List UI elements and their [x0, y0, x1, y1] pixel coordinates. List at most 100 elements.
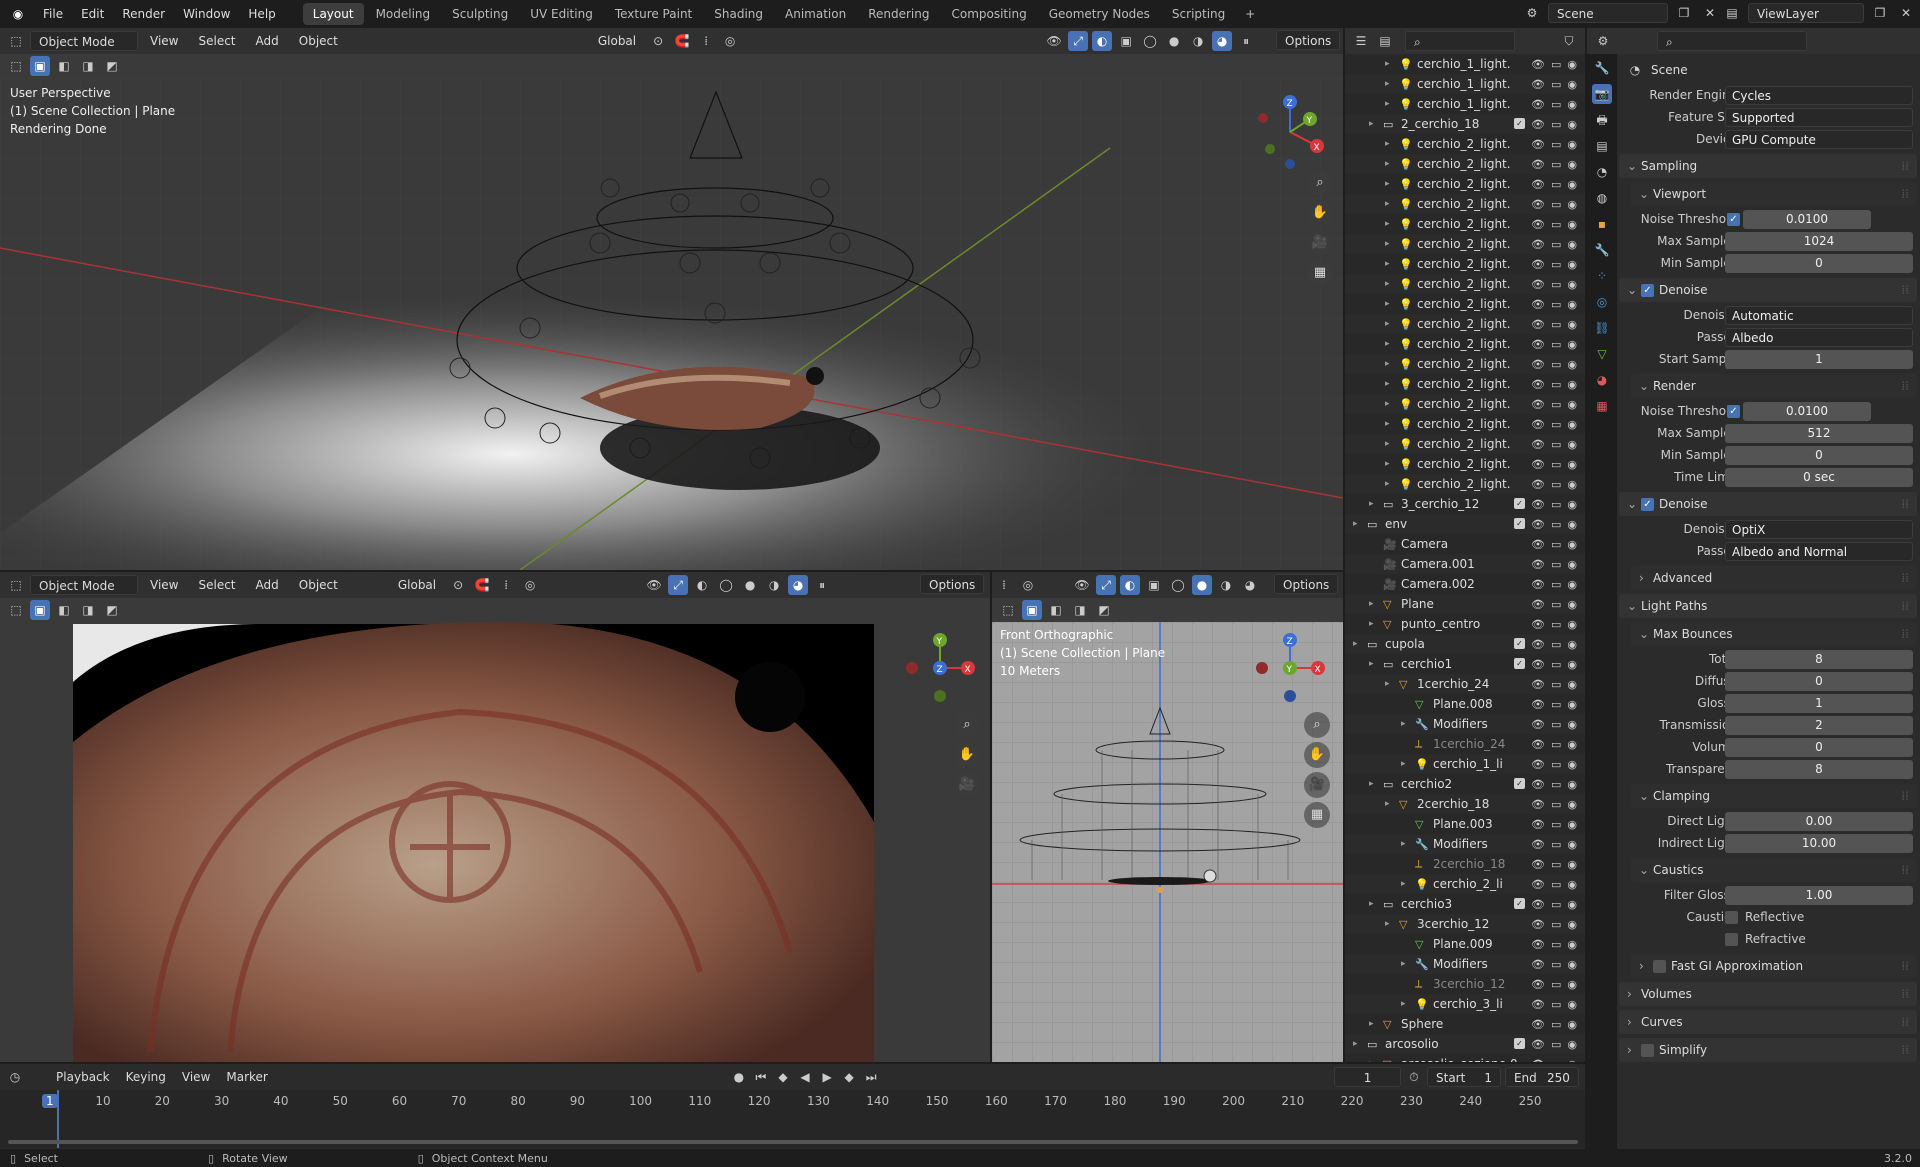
monitor-icon[interactable]: ▭: [1551, 678, 1561, 691]
render-camera-icon[interactable]: ◉: [1567, 298, 1577, 311]
snap-grid-icon[interactable]: ⁞: [696, 31, 716, 51]
eye-icon[interactable]: 👁: [1531, 298, 1545, 311]
camera-view-canvas[interactable]: Y X Z ⌕ ✋ 🎥: [0, 622, 990, 1062]
monitor-icon[interactable]: ▭: [1551, 918, 1561, 931]
select-mode-subtract-icon[interactable]: ◨: [78, 600, 98, 620]
expand-arrow-icon[interactable]: ▸: [1385, 439, 1399, 449]
outliner-row[interactable]: ▸ ▭ 3_cerchio_12 ✓ 👁 ▭ ◉: [1345, 494, 1585, 514]
panel-light-paths[interactable]: ⌄ Light Paths ⁞⁞: [1619, 594, 1917, 618]
property-value-field[interactable]: 0.0100: [1743, 209, 1871, 229]
render-camera-icon[interactable]: ◉: [1567, 478, 1577, 491]
property-value-field[interactable]: 0.0100: [1743, 401, 1871, 421]
panel-checkbox[interactable]: [1653, 959, 1666, 973]
expand-arrow-icon[interactable]: ▸: [1369, 779, 1383, 789]
select-mode-invert-icon[interactable]: ◩: [1094, 600, 1114, 620]
drag-handle-icon[interactable]: ⁞⁞: [1901, 1015, 1909, 1029]
panel-render[interactable]: ⌄ Render ⁞⁞: [1631, 374, 1917, 398]
proportional-edit-icon[interactable]: ◎: [520, 575, 540, 595]
outliner-row[interactable]: ▸ 💡 cerchio_2_light. 👁 ▭ ◉: [1345, 134, 1585, 154]
gizmo-toggle-icon[interactable]: ⤢: [668, 575, 689, 595]
eye-icon[interactable]: 👁: [1531, 998, 1545, 1011]
close-icon[interactable]: ✕: [1896, 3, 1916, 23]
expand-arrow-icon[interactable]: ▸: [1401, 959, 1415, 969]
drag-handle-icon[interactable]: ⁞⁞: [1901, 863, 1909, 877]
ortho-grid-icon[interactable]: ▦: [1304, 802, 1330, 828]
eye-icon[interactable]: 👁: [1531, 398, 1545, 411]
monitor-icon[interactable]: ▭: [1551, 658, 1561, 671]
outliner-row[interactable]: ▸ ▭ cupola ✓ 👁 ▭ ◉: [1345, 634, 1585, 654]
property-value-field[interactable]: 512: [1725, 423, 1913, 443]
proportional-edit-icon[interactable]: ◎: [720, 31, 740, 51]
drag-handle-icon[interactable]: ⁞⁞: [1901, 599, 1909, 613]
property-dropdown[interactable]: OptiX: [1725, 519, 1913, 539]
camera-view-icon[interactable]: 🎥: [1307, 230, 1333, 256]
expand-arrow-icon[interactable]: ▸: [1385, 359, 1399, 369]
panel-clamping[interactable]: ⌄ Clamping ⁞⁞: [1631, 784, 1917, 808]
expand-arrow-icon[interactable]: ▸: [1369, 499, 1383, 509]
monitor-icon[interactable]: ▭: [1551, 818, 1561, 831]
solid-shading-icon[interactable]: ●: [740, 575, 760, 595]
monitor-icon[interactable]: ▭: [1551, 618, 1561, 631]
zoom-icon[interactable]: ⌕: [954, 712, 980, 738]
expand-arrow-icon[interactable]: ▸: [1385, 239, 1399, 249]
exclude-checkbox[interactable]: ✓: [1514, 777, 1526, 789]
outliner-row[interactable]: 🎥 Camera 👁 ▭ ◉: [1345, 534, 1585, 554]
exclude-checkbox[interactable]: ✓: [1514, 517, 1526, 529]
start-frame-field[interactable]: Start 1: [1427, 1067, 1501, 1087]
outliner-row[interactable]: ⟂ 2cerchio_18 👁 ▭ ◉: [1345, 854, 1585, 874]
menu-render[interactable]: Render: [113, 0, 174, 28]
view-layer-icon[interactable]: ▤: [1722, 3, 1742, 23]
expand-arrow-icon[interactable]: ▸: [1401, 879, 1415, 889]
expand-arrow-icon[interactable]: ▸: [1385, 159, 1399, 169]
monitor-icon[interactable]: ▭: [1551, 218, 1561, 231]
material-shading-icon[interactable]: ◑: [764, 575, 784, 595]
copy-icon[interactable]: ❐: [1674, 3, 1694, 23]
select-mode-extend-icon[interactable]: ◧: [54, 56, 74, 76]
outliner-row[interactable]: ▸ 💡 cerchio_2_light. 👁 ▭ ◉: [1345, 374, 1585, 394]
workspace-tab-compositing[interactable]: Compositing: [941, 3, 1036, 25]
render-camera-icon[interactable]: ◉: [1567, 558, 1577, 571]
monitor-icon[interactable]: ▭: [1551, 278, 1561, 291]
outliner-row[interactable]: ▸ ▭ cerchio1 ✓ 👁 ▭ ◉: [1345, 654, 1585, 674]
property-value-field[interactable]: 1024: [1725, 231, 1913, 251]
orientation-dropdown[interactable]: Global: [590, 31, 644, 51]
eye-icon[interactable]: 👁: [1531, 938, 1545, 951]
zoom-icon[interactable]: ⌕: [1304, 712, 1330, 738]
expand-arrow-icon[interactable]: ▸: [1385, 679, 1399, 689]
expand-arrow-icon[interactable]: ▸: [1385, 99, 1399, 109]
eye-icon[interactable]: 👁: [1531, 538, 1545, 551]
outliner-row[interactable]: ▸ 💡 cerchio_1_li 👁 ▭ ◉: [1345, 754, 1585, 774]
exclude-checkbox[interactable]: ✓: [1514, 117, 1526, 129]
render-camera-icon[interactable]: ◉: [1567, 978, 1577, 991]
expand-arrow-icon[interactable]: ▸: [1385, 279, 1399, 289]
drag-handle-icon[interactable]: ⁞⁞: [1901, 187, 1909, 201]
render-camera-icon[interactable]: ◉: [1567, 198, 1577, 211]
rendered-shading-icon[interactable]: ◕: [788, 575, 809, 595]
outliner-row[interactable]: ▸▽arcosolio_sezione.0 👁 ▭ ◉: [1345, 1054, 1585, 1062]
play-reverse-icon[interactable]: ◀: [796, 1067, 814, 1087]
property-value-field[interactable]: 8: [1725, 649, 1913, 669]
drag-handle-icon[interactable]: ⁞⁞: [1901, 283, 1909, 297]
panel-caustics[interactable]: ⌄ Caustics ⁞⁞: [1631, 858, 1917, 882]
rendered-shading-icon[interactable]: ◕: [1212, 31, 1233, 51]
render-camera-icon[interactable]: ◉: [1567, 998, 1577, 1011]
visibility-icon[interactable]: 👁: [644, 575, 664, 595]
expand-arrow-icon[interactable]: ▸: [1353, 1039, 1367, 1049]
property-dropdown[interactable]: Albedo and Normal: [1725, 541, 1913, 561]
panel-sampling[interactable]: ⌄ Sampling ⁞⁞: [1619, 154, 1917, 178]
eye-icon[interactable]: 👁: [1531, 118, 1545, 131]
timeline-menu-marker[interactable]: Marker: [218, 1067, 275, 1087]
modifier-tab-icon[interactable]: 🔧: [1592, 240, 1612, 260]
panel-simplify[interactable]: › Simplify ⁞⁞: [1619, 1038, 1917, 1062]
render-camera-icon[interactable]: ◉: [1567, 618, 1577, 631]
render-camera-icon[interactable]: ◉: [1567, 918, 1577, 931]
outliner-row[interactable]: ▸ ▭ 2_cerchio_18 ✓ 👁 ▭ ◉: [1345, 114, 1585, 134]
outliner-row[interactable]: ▸ 💡 cerchio_2_light. 👁 ▭ ◉: [1345, 294, 1585, 314]
editor-type-icon[interactable]: ⬚: [6, 575, 26, 595]
expand-arrow-icon[interactable]: ▸: [1369, 119, 1383, 129]
outliner-row[interactable]: ▸ 💡 cerchio_2_light. 👁 ▭ ◉: [1345, 414, 1585, 434]
drag-handle-icon[interactable]: ⁞⁞: [1901, 497, 1909, 511]
expand-arrow-icon[interactable]: ▸: [1369, 1059, 1383, 1062]
mode-dropdown[interactable]: Object Mode: [30, 31, 138, 51]
monitor-icon[interactable]: ▭: [1551, 438, 1561, 451]
